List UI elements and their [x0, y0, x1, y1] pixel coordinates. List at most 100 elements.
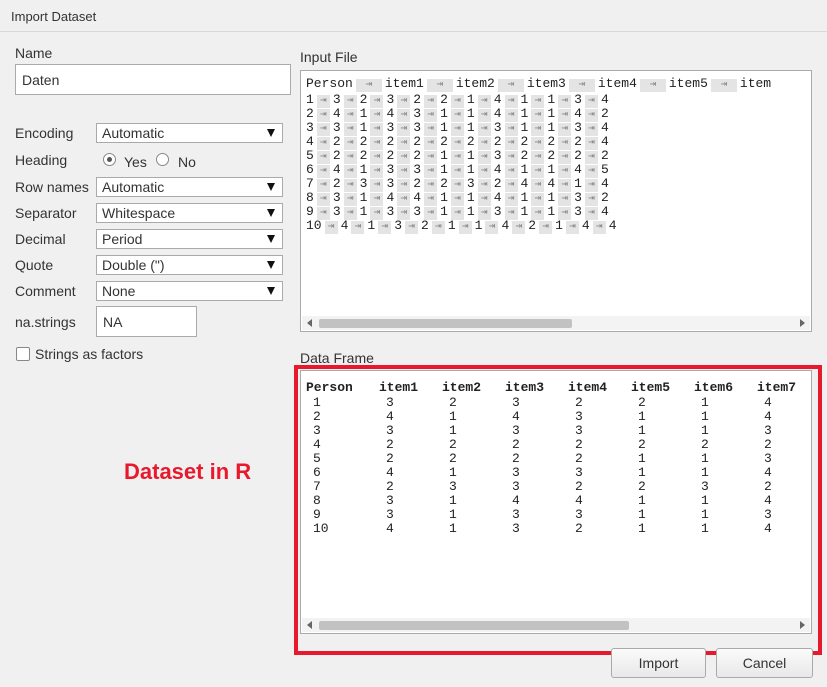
raw-token: 3	[386, 204, 395, 219]
name-field[interactable]: Daten	[15, 64, 291, 95]
heading-no-label: No	[178, 154, 196, 170]
raw-token: 1	[547, 190, 556, 205]
strings-as-factors-checkbox[interactable]	[16, 347, 30, 361]
raw-token: 7	[306, 176, 314, 191]
scroll-right-icon[interactable]	[800, 319, 805, 327]
raw-token: 2	[466, 134, 475, 149]
raw-token: 1	[440, 204, 448, 219]
tab-marker-icon: ⇥	[565, 221, 579, 234]
quote-label: Quote	[15, 257, 54, 273]
annotation-label: Dataset in R	[124, 459, 252, 484]
separator-value: Whitespace	[102, 205, 176, 221]
raw-token: 1	[466, 190, 475, 205]
raw-token: 3	[386, 92, 395, 107]
raw-token: 1	[466, 92, 475, 107]
raw-token: 1	[440, 148, 448, 163]
raw-token: 4	[574, 106, 582, 121]
decimal-value: Period	[102, 231, 143, 247]
raw-token: 3	[413, 120, 422, 135]
raw-token: 4	[413, 190, 422, 205]
encoding-select[interactable]: Automatic	[96, 123, 283, 143]
scroll-thumb[interactable]	[319, 319, 572, 328]
quote-select[interactable]: Double (")	[96, 255, 283, 275]
raw-token: 2	[520, 134, 529, 149]
raw-token: 1	[520, 120, 529, 135]
raw-token: 2	[332, 176, 341, 191]
raw-token: 2	[528, 218, 537, 233]
raw-token: 3	[466, 176, 475, 191]
raw-token: 4	[386, 106, 395, 121]
chevron-down-icon	[267, 287, 275, 295]
import-button[interactable]: Import	[611, 648, 706, 678]
raw-token: 3	[386, 162, 395, 177]
raw-token: 4	[493, 106, 502, 121]
window-title: Import Dataset	[11, 9, 97, 24]
raw-token: 4	[600, 176, 609, 191]
raw-token: 2	[413, 92, 422, 107]
raw-token: 4	[600, 134, 609, 149]
raw-token: 2	[413, 134, 422, 149]
raw-token: 1	[520, 162, 529, 177]
raw-token: 3	[332, 120, 341, 135]
input-file-hscrollbar[interactable]	[302, 316, 810, 330]
nastrings-field[interactable]: NA	[96, 306, 197, 337]
raw-token: 2	[493, 134, 502, 149]
raw-token: 4	[520, 176, 529, 191]
heading-yes-radio[interactable]	[103, 153, 116, 166]
raw-token: 3	[413, 162, 422, 177]
chevron-down-icon	[267, 129, 275, 137]
raw-token: 1	[547, 162, 556, 177]
tab-marker-icon: ⇥	[378, 221, 392, 234]
decimal-select[interactable]: Period	[96, 229, 283, 249]
raw-token: 4	[493, 92, 502, 107]
raw-token: 2	[386, 148, 395, 163]
raw-token: item1	[384, 76, 424, 91]
raw-token: 1	[520, 190, 529, 205]
rownames-select[interactable]: Automatic	[96, 177, 283, 197]
chevron-down-icon	[267, 183, 275, 191]
raw-token: 3	[306, 120, 314, 135]
name-label: Name	[15, 45, 53, 61]
raw-token: 1	[359, 190, 368, 205]
raw-token: 5	[306, 148, 314, 163]
raw-token: 1	[359, 204, 368, 219]
raw-token: 8	[306, 190, 314, 205]
raw-data-line: 2 ⇥ 4 ⇥ 1 ⇥ 4 ⇥ 3 ⇥ 1 ⇥ 1 ⇥ 4 ⇥ 1 ⇥ 1 ⇥ 4 ⇥ 2	[306, 106, 609, 122]
raw-token: 1	[555, 218, 563, 233]
raw-token: 2	[574, 134, 582, 149]
raw-token: 3	[413, 106, 422, 121]
comment-select[interactable]: None	[96, 281, 283, 301]
raw-token: 3	[359, 176, 368, 191]
decimal-label: Decimal	[15, 231, 66, 247]
scroll-left-icon[interactable]	[307, 319, 312, 327]
raw-token: 2	[547, 134, 556, 149]
title-bar: Import Dataset	[0, 0, 827, 32]
input-file-panel[interactable]: Person ⇥ item1 ⇥ item2 ⇥ item3 ⇥ item4 ⇥ item5 ⇥ ite…	[300, 70, 812, 332]
tab-marker-icon: ⇥	[458, 221, 472, 234]
raw-token: 3	[574, 92, 582, 107]
separator-select[interactable]: Whitespace	[96, 203, 283, 223]
raw-token: 2	[440, 176, 448, 191]
raw-token: item5	[668, 76, 708, 91]
tab-marker-icon: ⇥	[405, 221, 419, 234]
raw-token: 1	[520, 204, 529, 219]
raw-token: 6	[306, 162, 314, 177]
chevron-down-icon	[267, 235, 275, 243]
raw-token: 2	[440, 92, 448, 107]
raw-token: 1	[574, 176, 582, 191]
raw-token: 1	[440, 120, 448, 135]
raw-token: 1	[547, 120, 556, 135]
raw-token: 3	[394, 218, 403, 233]
chevron-down-icon	[267, 261, 275, 269]
tab-marker-icon: ⇥	[710, 79, 737, 92]
raw-token: 1	[520, 106, 529, 121]
raw-data-line: 9 ⇥ 3 ⇥ 1 ⇥ 3 ⇥ 3 ⇥ 1 ⇥ 1 ⇥ 3 ⇥ 1 ⇥ 1 ⇥ 3 ⇥ 4	[306, 204, 609, 220]
heading-no-radio[interactable]	[156, 153, 169, 166]
raw-data-line: 8 ⇥ 3 ⇥ 1 ⇥ 4 ⇥ 4 ⇥ 1 ⇥ 1 ⇥ 4 ⇥ 1 ⇥ 1 ⇥ 3 ⇥ 2	[306, 190, 609, 206]
raw-token: Person	[306, 76, 353, 91]
raw-token: 1	[440, 106, 448, 121]
data-frame-label: Data Frame	[300, 350, 374, 366]
cancel-button[interactable]: Cancel	[716, 648, 813, 678]
raw-token: 4	[608, 218, 617, 233]
tab-marker-icon: ⇥	[592, 221, 606, 234]
